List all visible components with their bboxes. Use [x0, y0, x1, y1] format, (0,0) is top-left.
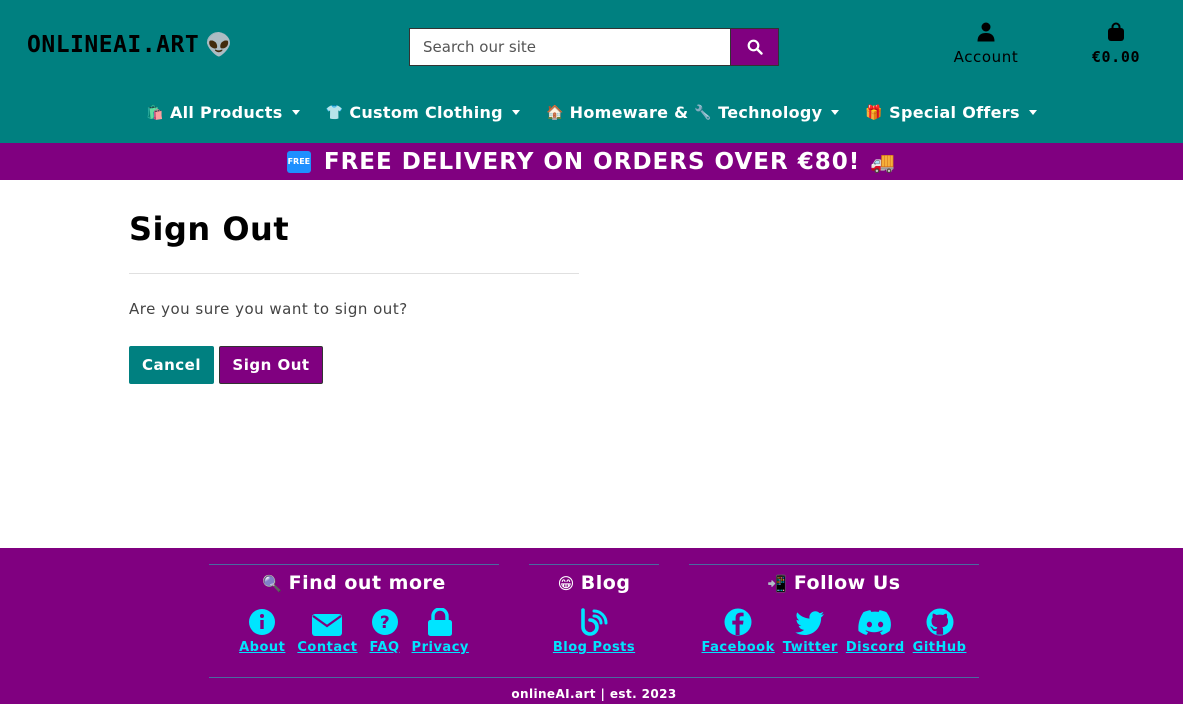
sign-out-button[interactable]: Sign Out	[219, 346, 323, 384]
site-footer: 🔍 Find out more About Contact ? FAQ Priv…	[0, 548, 1183, 704]
blog-posts-label: Blog Posts	[552, 640, 636, 655]
github-icon	[926, 608, 954, 636]
envelope-icon	[312, 608, 343, 636]
faq-label: FAQ	[369, 640, 400, 655]
github-link[interactable]: GitHub	[913, 608, 967, 655]
site-logo[interactable]: ONLINEAI.ART 👽	[27, 32, 233, 58]
facebook-link[interactable]: Facebook	[702, 608, 775, 655]
lock-icon	[427, 608, 453, 636]
cart-total: €0.00	[1091, 48, 1141, 66]
search-icon	[747, 39, 763, 55]
cart-link[interactable]: €0.00	[1078, 22, 1154, 66]
nav-technology-label: Technology	[718, 103, 823, 122]
about-label: About	[239, 640, 286, 655]
nav-custom-clothing-label: Custom Clothing	[349, 103, 503, 122]
caret-down-icon	[291, 110, 300, 115]
discord-link[interactable]: Discord	[846, 608, 905, 655]
signout-question: Are you sure you want to sign out?	[129, 300, 408, 318]
discord-icon	[858, 608, 892, 636]
twitter-label: Twitter	[782, 640, 838, 655]
twitter-link[interactable]: Twitter	[783, 608, 838, 655]
caret-down-icon	[831, 110, 840, 115]
footer-heading: 🔍 Find out more	[209, 572, 499, 594]
truck-icon: 🚚	[870, 149, 897, 174]
footer-copyright: onlineAI.art | est. 2023	[209, 677, 979, 701]
footer-find-out-more: 🔍 Find out more About Contact ? FAQ Priv…	[209, 564, 499, 655]
nav-all-products[interactable]: 🛍️ All Products	[146, 103, 300, 122]
divider	[129, 273, 579, 274]
wrench-icon: 🔧	[694, 104, 713, 121]
footer-heading-label: Follow Us	[793, 572, 901, 594]
facebook-icon	[724, 608, 752, 636]
search-form	[409, 28, 779, 66]
shopping-icon: 🛍️	[146, 104, 164, 121]
caret-down-icon	[511, 110, 520, 115]
privacy-label: Privacy	[411, 640, 469, 655]
question-icon: ?	[371, 608, 399, 636]
footer-blog: 😁 Blog Blog Posts	[529, 564, 659, 655]
info-icon	[248, 608, 276, 636]
page-title: Sign Out	[129, 210, 290, 248]
free-badge-icon: FREE	[286, 150, 311, 173]
nav-special-offers[interactable]: 🎁 Special Offers	[865, 103, 1037, 122]
nav-custom-clothing[interactable]: 👕 Custom Clothing	[326, 103, 520, 122]
faq-link[interactable]: ? FAQ	[370, 608, 400, 655]
footer-links: Facebook Twitter Discord GitHub	[689, 608, 979, 655]
account-label: Account	[953, 48, 1019, 66]
nav-all-products-label: All Products	[169, 103, 283, 122]
footer-follow-us: 📲 Follow Us Facebook Twitter Discord Git…	[689, 564, 979, 655]
caret-down-icon	[1028, 110, 1037, 115]
house-icon: 🏠	[545, 104, 564, 121]
footer-heading-label: Blog	[580, 572, 631, 594]
blog-posts-link[interactable]: Blog Posts	[553, 608, 635, 655]
discord-label: Discord	[845, 640, 905, 655]
logo-text[interactable]: ONLINEAI.ART	[27, 32, 199, 58]
footer-heading: 😁 Blog	[529, 572, 659, 594]
alien-icon: 👽	[205, 33, 234, 58]
footer-links: Blog Posts	[529, 608, 659, 655]
gift-icon: 🎁	[865, 104, 884, 121]
nav-homeware-technology[interactable]: 🏠 Homeware & 🔧 Technology	[545, 103, 840, 122]
svg-text:?: ?	[379, 613, 389, 633]
facebook-label: Facebook	[701, 640, 775, 655]
promo-banner: FREE FREE DELIVERY ON ORDERS OVER €80! 🚚	[0, 143, 1183, 180]
nav-special-offers-label: Special Offers	[889, 103, 1020, 122]
magnifier-icon: 🔍	[262, 574, 283, 593]
main-nav: 🛍️ All Products 👕 Custom Clothing 🏠 Home…	[0, 103, 1183, 122]
twitter-icon	[795, 608, 825, 636]
github-label: GitHub	[912, 640, 967, 655]
shopping-bag-icon	[1078, 22, 1154, 46]
about-link[interactable]: About	[239, 608, 285, 655]
site-header: ONLINEAI.ART👽 Account €0.00 🛍️ All Produ…	[0, 0, 1183, 143]
search-button[interactable]	[730, 28, 779, 66]
user-icon	[942, 22, 1030, 46]
contact-link[interactable]: Contact	[297, 608, 357, 655]
phone-icon: 📲	[767, 574, 788, 593]
footer-heading: 📲 Follow Us	[689, 572, 979, 594]
promo-text: FREE DELIVERY ON ORDERS OVER €80!	[323, 148, 861, 175]
blog-icon	[580, 608, 608, 636]
footer-links: About Contact ? FAQ Privacy	[209, 608, 499, 655]
tshirt-icon: 👕	[325, 104, 344, 121]
footer-heading-label: Find out more	[288, 572, 446, 594]
nav-homeware-label: Homeware &	[569, 103, 689, 122]
contact-label: Contact	[297, 640, 358, 655]
cancel-button[interactable]: Cancel	[129, 346, 214, 384]
grin-icon: 😁	[557, 574, 575, 593]
account-link[interactable]: Account	[942, 22, 1030, 66]
privacy-link[interactable]: Privacy	[412, 608, 469, 655]
search-input[interactable]	[409, 28, 730, 66]
